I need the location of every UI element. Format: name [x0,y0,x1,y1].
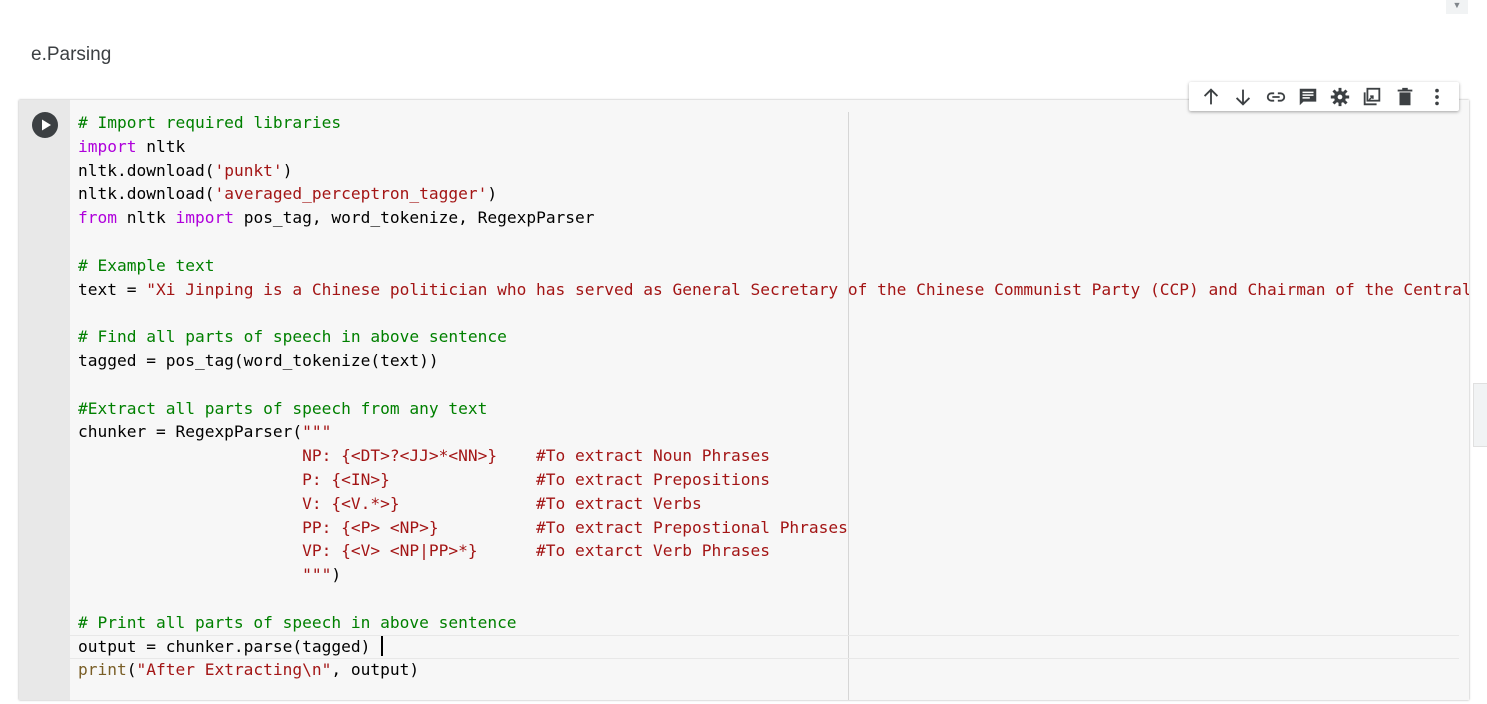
code-token: 'punkt' [214,160,283,180]
code-token: chunker = RegexpParser( [78,422,303,442]
code-token: #Extract all parts of speech from any te… [78,398,488,418]
code-line[interactable]: P: {<IN>} #To extract Prepositions [78,470,770,489]
code-token: nltk.download( [78,184,215,204]
code-line[interactable]: """) [78,565,341,584]
code-token: import [175,208,234,228]
code-line[interactable]: nltk.download('punkt') [78,161,292,180]
code-token: tagged = pos_tag(word_tokenize(text)) [78,350,439,370]
code-line[interactable]: # Example text [78,256,214,275]
code-line[interactable]: output = chunker.parse(tagged) [78,635,384,656]
code-token: ) [487,184,498,204]
code-token: # Find all parts of speech in above sent… [78,327,507,347]
code-line[interactable]: # Import required libraries [78,113,341,132]
code-token: V: {<V.*>} #To extract Verbs [78,493,702,513]
code-line[interactable]: # Find all parts of speech in above sent… [78,327,507,346]
code-line[interactable]: tagged = pos_tag(word_tokenize(text)) [78,351,439,370]
mirror-cell-button[interactable] [1358,83,1386,111]
section-heading: e.Parsing [31,44,112,65]
code-token: # Print all parts of speech in above sen… [78,612,517,632]
code-token: "Xi Jinping is a Chinese politician who … [146,279,1469,299]
more-vert-icon [1435,88,1439,105]
code-token: , output) [331,660,420,680]
code-token: # Example text [78,255,215,275]
code-line[interactable]: V: {<V.*>} #To extract Verbs [78,494,702,513]
code-token: PP: {<P> <NP>} #To extract Prepostional … [78,517,848,537]
code-token: NP: {<DT>?<JJ>*<NN>} #To extract Noun Ph… [78,446,770,466]
code-token: "After Extracting\n" [136,660,332,680]
link-to-cell-button[interactable] [1262,83,1290,111]
code-content[interactable]: # Import required libraries import nltk … [78,111,1469,682]
link-icon [1266,91,1285,102]
code-token: """ [78,565,332,585]
code-token: # Import required libraries [78,113,342,132]
code-line[interactable]: #Extract all parts of speech from any te… [78,399,487,418]
code-line[interactable]: NP: {<DT>?<JJ>*<NN>} #To extract Noun Ph… [78,446,770,465]
code-token: 'averaged_perceptron_tagger' [214,184,488,204]
code-token: nltk [136,136,186,156]
code-line[interactable]: import nltk [78,137,185,156]
code-token: import [78,136,137,156]
run-cell-button[interactable] [32,112,58,138]
add-comment-button[interactable] [1294,83,1322,111]
code-token: text = [78,279,147,299]
code-token: ) [331,565,342,585]
gear-icon [1330,87,1350,106]
text-cursor [381,635,384,656]
comment-icon [1299,88,1317,105]
code-line[interactable]: # Print all parts of speech in above sen… [78,613,517,632]
scrollbar-thumb[interactable] [1473,383,1487,447]
code-line[interactable]: text = "Xi Jinping is a Chinese politici… [78,280,1469,299]
move-cell-down-button[interactable] [1229,83,1257,111]
code-token: ) [282,160,293,180]
code-line[interactable]: PP: {<P> <NP>} #To extract Prepostional … [78,518,848,537]
code-token: from [78,208,117,228]
move-cell-up-button[interactable] [1197,83,1225,111]
more-actions-button[interactable] [1423,83,1451,111]
code-token: """ [302,422,332,442]
play-circle-icon [42,119,51,131]
trash-icon [1397,87,1412,105]
code-cell[interactable]: # Import required libraries import nltk … [19,100,1469,700]
code-line[interactable]: nltk.download('averaged_perceptron_tagge… [78,184,497,203]
arrow-down-icon [1236,89,1251,106]
arrow-up-icon [1204,87,1219,104]
code-line[interactable]: from nltk import pos_tag, word_tokenize,… [78,208,595,227]
code-token: nltk.download( [78,160,215,180]
cell-toolbar [1189,82,1459,111]
code-token: print [78,660,127,680]
code-line[interactable]: chunker = RegexpParser(""" [78,422,331,441]
code-token: pos_tag, word_tokenize, RegexpParser [233,208,595,228]
chevron-down-icon[interactable]: ▼ [1446,0,1468,14]
mirror-tab-icon [1364,87,1381,105]
code-editor[interactable]: # Import required libraries import nltk … [70,100,1469,700]
code-token: output = chunker.parse(tagged) [78,636,381,656]
code-line[interactable]: print("After Extracting\n", output) [78,660,419,679]
cell-settings-button[interactable] [1326,83,1354,111]
code-token: VP: {<V> <NP|PP>*} #To extarct Verb Phra… [78,541,770,561]
delete-cell-button[interactable] [1391,83,1419,111]
code-token: nltk [116,208,176,228]
code-token: P: {<IN>} #To extract Prepositions [78,469,770,489]
code-line[interactable]: VP: {<V> <NP|PP>*} #To extarct Verb Phra… [78,541,770,560]
cell-gutter [19,100,70,700]
